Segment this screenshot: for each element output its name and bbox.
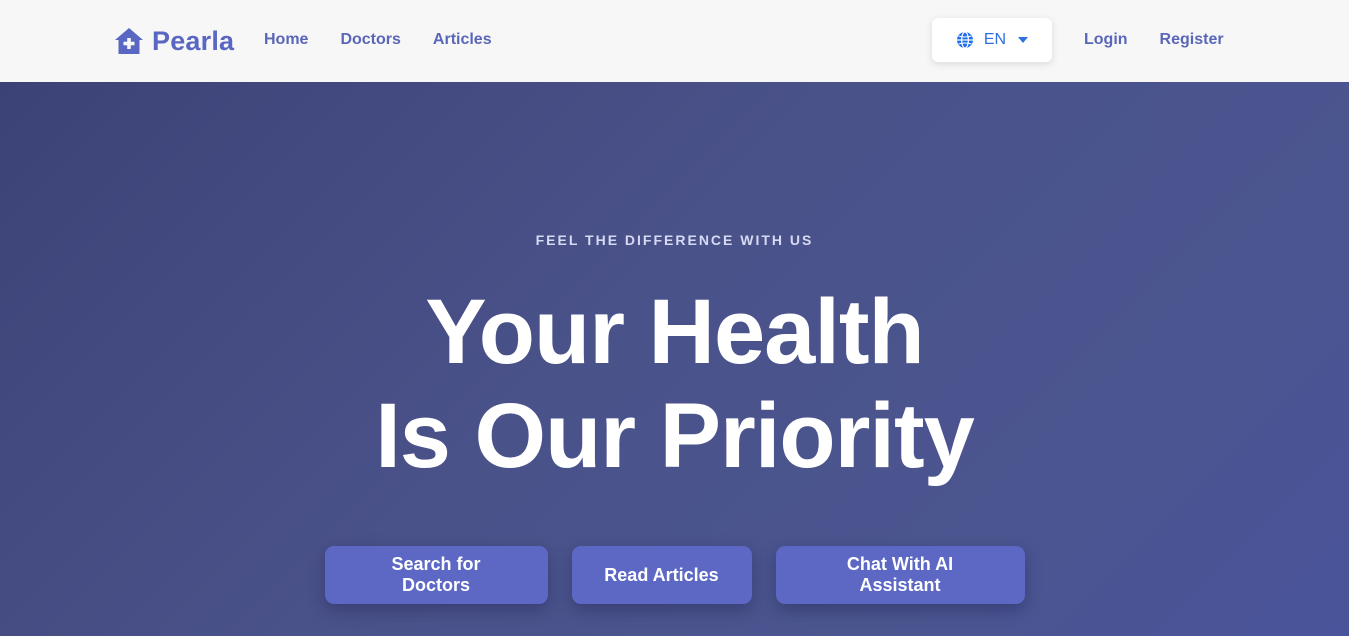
hero-headline-line-1: Your Health <box>425 281 924 383</box>
language-dropdown[interactable]: EN <box>932 18 1052 62</box>
hero-section: FEEL THE DIFFERENCE WITH US Your Health … <box>0 82 1349 636</box>
login-link[interactable]: Login <box>1084 30 1128 50</box>
search-doctors-button[interactable]: Search for Doctors <box>324 546 548 604</box>
globe-icon <box>956 31 973 49</box>
register-link[interactable]: Register <box>1160 30 1224 50</box>
language-label: EN <box>983 31 1007 48</box>
caret-down-icon <box>1018 37 1029 43</box>
hero-headline-line-2: Is Our Priority <box>375 385 975 487</box>
hero-headline: Your Health Is Our Priority <box>0 280 1349 488</box>
house-medical-icon <box>115 28 143 54</box>
hero-eyebrow: FEEL THE DIFFERENCE WITH US <box>535 232 814 248</box>
chat-ai-assistant-button[interactable]: Chat With AI Assistant <box>775 546 1025 604</box>
auth-links: Login Register <box>1084 30 1224 50</box>
read-articles-button[interactable]: Read Articles <box>571 546 752 604</box>
brand-logo-link[interactable]: Pearla <box>114 25 234 57</box>
top-navbar: Pearla Home Doctors Articles EN Login Re… <box>0 0 1349 82</box>
main-nav: Home Doctors Articles <box>264 30 524 50</box>
brand-name: Pearla <box>152 25 235 56</box>
nav-link-home[interactable]: Home <box>264 30 308 50</box>
nav-link-articles[interactable]: Articles <box>433 30 492 50</box>
nav-link-doctors[interactable]: Doctors <box>340 30 400 50</box>
hero-cta-group: Search for Doctors Read Articles Chat Wi… <box>0 546 1349 604</box>
